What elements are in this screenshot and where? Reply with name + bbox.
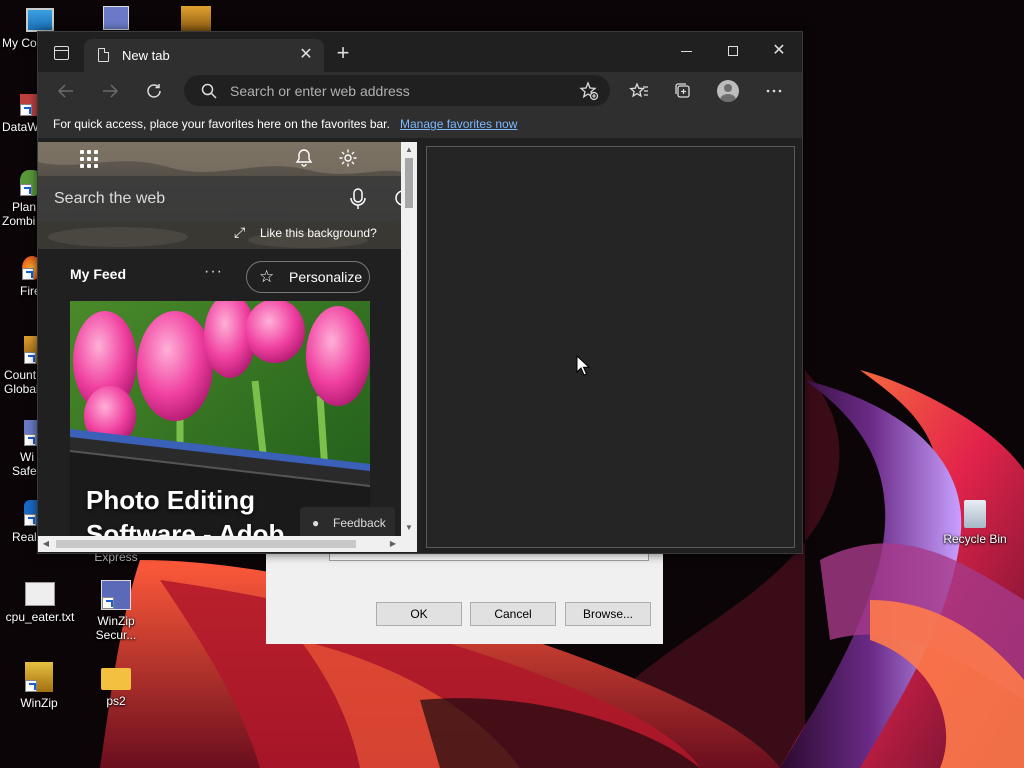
favorites-button[interactable] <box>625 78 653 104</box>
folder-icon <box>101 668 131 690</box>
apps-launcher-icon[interactable] <box>80 150 100 170</box>
collections-button[interactable] <box>669 78 697 104</box>
desktop-icon-winzip-top[interactable] <box>96 6 136 34</box>
winzip-icon <box>103 6 129 30</box>
personalize-button[interactable]: ☆ Personalize <box>246 261 370 293</box>
vertical-scrollbar[interactable]: ▲ ▼ <box>401 142 417 536</box>
favorites-icon <box>629 82 648 98</box>
dialog-browse-button[interactable]: Browse... <box>565 602 651 626</box>
tab-close-icon[interactable]: ✕ <box>296 45 316 65</box>
dialog-cancel-button[interactable]: Cancel <box>470 602 556 626</box>
winzip-icon <box>25 662 53 692</box>
desktop-icon-cpu-eater[interactable]: cpu_eater.txt <box>0 582 80 624</box>
feedback-button[interactable]: ● Feedback <box>300 507 395 536</box>
back-button[interactable] <box>52 78 80 104</box>
desktop-icon-recycle-bin[interactable]: Recycle Bin <box>937 500 1013 546</box>
desktop-icon-dataw[interactable]: DataW <box>0 94 42 134</box>
desktop-icon-winzip[interactable]: WinZip <box>0 662 78 710</box>
scroll-down-arrow-icon[interactable]: ▼ <box>401 520 417 536</box>
counter-strike-icon <box>181 6 211 32</box>
tab-actions-icon[interactable] <box>54 46 69 60</box>
forward-arrow-icon <box>103 84 119 98</box>
horizontal-scroll-thumb[interactable] <box>56 540 356 548</box>
tab-title: New tab <box>122 48 170 63</box>
mouse-cursor-icon <box>576 355 590 376</box>
desktop-icon-winzip-safe[interactable]: Wi Safe <box>0 420 42 478</box>
feedback-icon: ● <box>312 516 320 530</box>
web-search-input[interactable] <box>54 188 324 210</box>
scroll-left-arrow-icon[interactable]: ◀ <box>38 536 54 552</box>
navigation-toolbar <box>38 72 802 110</box>
text-file-icon <box>25 582 55 606</box>
scrollbar-corner <box>401 536 417 552</box>
search-icon <box>201 83 217 99</box>
web-search-box[interactable] <box>38 176 401 221</box>
vertical-scroll-thumb[interactable] <box>405 158 413 208</box>
feed-header: My Feed ··· ☆ Personalize <box>38 249 401 299</box>
maximize-icon <box>728 46 738 56</box>
new-tab-page: ⤢Like this background? My Feed ··· ☆ Per… <box>38 142 401 536</box>
feed-card[interactable]: Photo Editing Software - Adob <box>70 301 370 536</box>
sparkle-star-icon: ☆ <box>259 267 275 286</box>
monitor-icon <box>26 8 54 32</box>
expand-icon: ⤢ <box>234 224 246 240</box>
feed-more-options-button[interactable]: ··· <box>204 263 223 281</box>
forward-button[interactable] <box>96 78 124 104</box>
personalize-label: Personalize <box>289 269 363 285</box>
close-window-button[interactable]: ✕ <box>756 32 802 70</box>
blank-side-pane <box>426 146 795 548</box>
back-arrow-icon <box>57 84 73 98</box>
page-content: ⤢Like this background? My Feed ··· ☆ Per… <box>38 138 802 553</box>
manage-favorites-link[interactable]: Manage favorites now <box>400 117 517 131</box>
add-favorite-icon[interactable] <box>579 81 599 101</box>
more-icon <box>766 89 782 93</box>
desktop-icon-plants-vs-zombies[interactable]: Plan Zombi <box>0 170 42 228</box>
visual-search-icon[interactable] <box>393 188 401 208</box>
address-input[interactable] <box>230 81 560 100</box>
like-background-prompt[interactable]: ⤢ Like this background? <box>234 224 377 241</box>
desktop-icon-winzip-secure[interactable]: WinZip Secur... <box>80 580 152 642</box>
desktop-icon-firefox[interactable]: Fire <box>0 256 42 298</box>
browser-window: New tab ✕ + ✕ Search or enter web addres… <box>37 31 803 554</box>
profile-avatar[interactable] <box>717 80 739 102</box>
winzip-secure-icon <box>101 580 131 610</box>
scroll-up-arrow-icon[interactable]: ▲ <box>401 142 417 158</box>
microphone-icon[interactable] <box>348 187 368 211</box>
maximize-button[interactable] <box>710 32 756 70</box>
favorites-bar-message: For quick access, place your favorites h… <box>53 117 390 131</box>
settings-more-button[interactable] <box>760 78 788 104</box>
recycle-bin-icon <box>964 500 986 528</box>
feed-title: My Feed <box>70 266 127 282</box>
desktop-icon-realplayer[interactable]: Reall <box>0 500 42 544</box>
background-image: ⤢Like this background? <box>38 142 401 249</box>
title-bar: New tab ✕ + ✕ <box>38 32 802 72</box>
refresh-icon <box>147 84 161 98</box>
new-tab-button[interactable]: + <box>332 42 354 65</box>
collections-icon <box>675 83 690 98</box>
minimize-button[interactable] <box>664 32 710 70</box>
page-settings-gear-icon[interactable] <box>337 148 359 170</box>
horizontal-scrollbar[interactable]: ◀ ▶ <box>38 536 401 552</box>
background-dialog: OK Cancel Browse... <box>266 546 663 644</box>
page-icon <box>98 48 109 62</box>
favorites-bar: For quick access, place your favorites h… <box>38 110 802 138</box>
tab-new-tab[interactable]: New tab ✕ <box>84 39 324 72</box>
refresh-button[interactable] <box>140 78 168 104</box>
feedback-label: Feedback <box>333 516 386 530</box>
address-bar[interactable] <box>184 75 610 106</box>
minimize-icon <box>681 51 692 52</box>
notifications-bell-icon[interactable] <box>293 148 315 170</box>
scroll-right-arrow-icon[interactable]: ▶ <box>385 536 401 552</box>
dialog-ok-button[interactable]: OK <box>376 602 462 626</box>
desktop-icon-ps2[interactable]: ps2 <box>80 666 152 708</box>
